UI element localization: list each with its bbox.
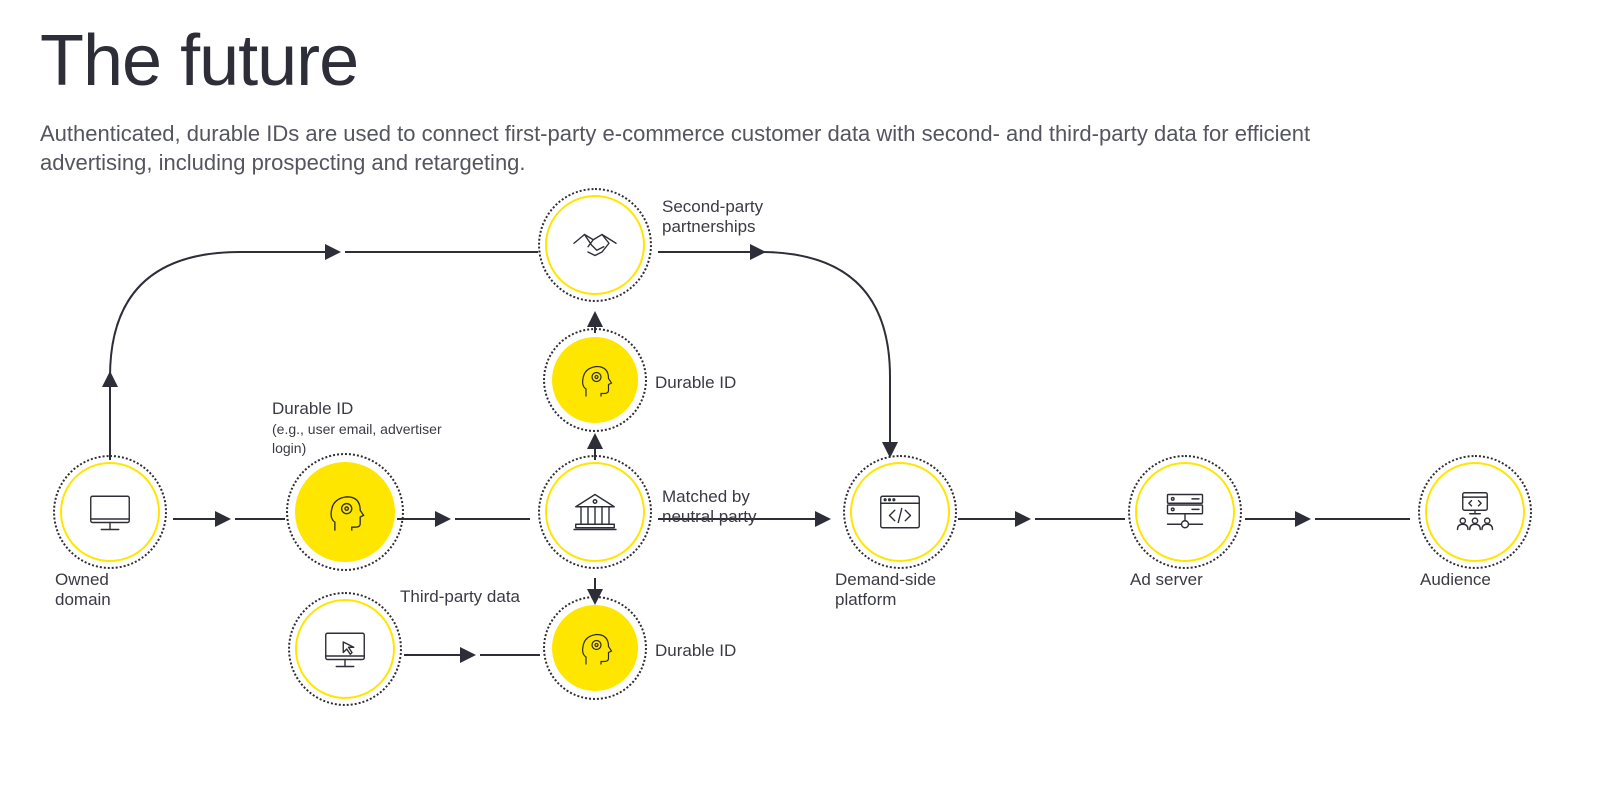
label-durable-main: Durable ID (e.g., user email, advertiser… xyxy=(272,399,452,458)
label-durable-main-title: Durable ID xyxy=(272,399,353,418)
page-subtitle: Authenticated, durable IDs are used to c… xyxy=(40,120,1360,177)
label-durable-main-sub: (e.g., user email, advertiser login) xyxy=(272,421,442,457)
label-second-party: Second-party partnerships xyxy=(662,197,822,236)
label-third-party: Third-party data xyxy=(400,587,520,607)
node-dsp: Demand-side platform xyxy=(835,462,965,609)
label-durable-up: Durable ID xyxy=(655,373,736,393)
label-owned-domain: Owned domain xyxy=(55,570,165,609)
node-owned-domain: Owned domain xyxy=(55,462,165,609)
label-audience: Audience xyxy=(1420,570,1530,590)
label-neutral-party: Matched by neutral party xyxy=(662,487,802,526)
node-audience: Audience xyxy=(1420,462,1530,590)
handshake-icon xyxy=(545,195,645,295)
node-second-party xyxy=(540,195,650,303)
node-durable-up xyxy=(550,337,640,431)
head-icon xyxy=(552,605,638,691)
node-durable-main xyxy=(290,462,400,570)
server-icon xyxy=(1135,462,1235,562)
bank-icon xyxy=(545,462,645,562)
label-durable-down: Durable ID xyxy=(655,641,736,661)
browser-code-icon xyxy=(850,462,950,562)
node-durable-down xyxy=(550,605,640,699)
node-ad-server: Ad server xyxy=(1130,462,1240,590)
node-third-party xyxy=(290,599,400,707)
label-ad-server: Ad server xyxy=(1130,570,1240,590)
audience-icon xyxy=(1425,462,1525,562)
monitor-icon xyxy=(60,462,160,562)
monitor-cursor-icon xyxy=(295,599,395,699)
label-dsp: Demand-side platform xyxy=(835,570,965,609)
head-icon xyxy=(552,337,638,423)
node-neutral-party xyxy=(540,462,650,570)
flow-edges xyxy=(40,187,1560,757)
page-title: The future xyxy=(40,20,1560,102)
flow-diagram: Second-party partnerships Durable ID xyxy=(40,187,1560,757)
head-icon xyxy=(295,462,395,562)
